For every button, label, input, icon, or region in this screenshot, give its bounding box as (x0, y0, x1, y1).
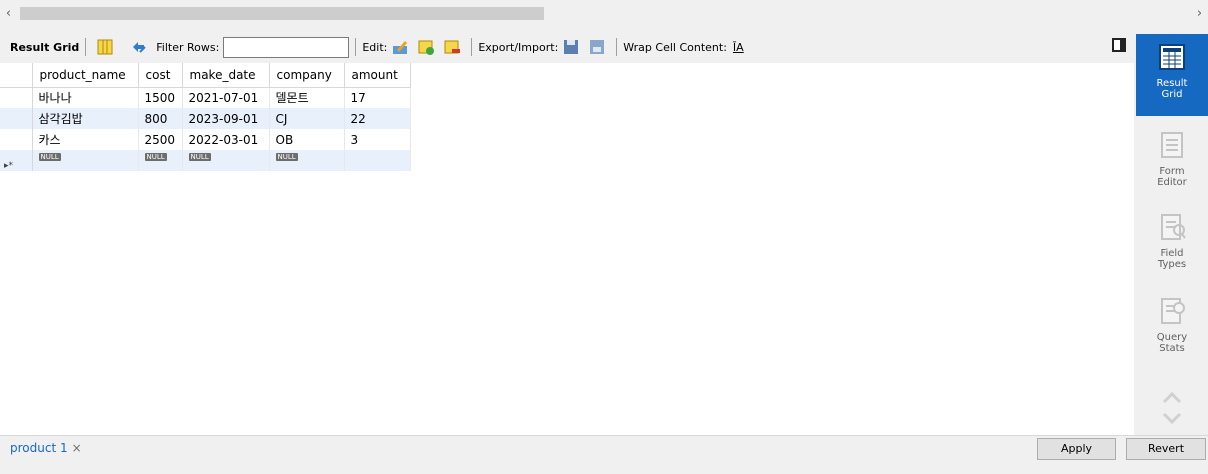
null-cell[interactable]: NULL (32, 150, 139, 171)
cell[interactable]: 2023-09-01 (182, 108, 270, 129)
edit-cell-icon[interactable] (391, 38, 409, 56)
cell[interactable]: OB (269, 129, 345, 150)
cell[interactable]: 2021-07-01 (182, 87, 270, 108)
column-header[interactable]: product_name (32, 63, 139, 88)
cell[interactable]: 카스 (32, 129, 139, 150)
cell[interactable]: 22 (344, 108, 411, 129)
cell[interactable]: 델몬트 (269, 87, 345, 108)
grid-columns-icon[interactable] (96, 38, 114, 56)
field-types-side-button[interactable]: Field Types (1136, 204, 1208, 284)
row-header[interactable] (0, 87, 33, 108)
result-grid-icon (1157, 42, 1187, 72)
apply-button[interactable]: Apply (1037, 438, 1116, 460)
corner-cell[interactable] (0, 63, 33, 88)
tab-label: product 1 (10, 441, 68, 455)
result-grid-side-button[interactable]: Result Grid (1136, 34, 1208, 116)
import-icon[interactable] (588, 38, 606, 56)
new-row-marker[interactable]: ▸* (0, 150, 33, 171)
null-badge: NULL (275, 152, 298, 161)
null-badge: NULL (38, 152, 61, 161)
scroll-right-icon[interactable]: › (1191, 5, 1208, 22)
null-cell[interactable]: NULL (269, 150, 345, 171)
field-types-side-label-1: Field (1160, 248, 1184, 259)
cell[interactable] (344, 150, 411, 171)
toggle-panel-icon[interactable] (1112, 38, 1126, 52)
field-types-icon (1157, 212, 1187, 242)
table-row[interactable]: 삼각김밥 800 2023-09-01 CJ 22 (0, 108, 411, 129)
null-cell[interactable]: NULL (182, 150, 270, 171)
table-row[interactable]: 카스 2500 2022-03-01 OB 3 (0, 129, 411, 150)
export-icon[interactable] (562, 38, 580, 56)
form-editor-side-label-2: Editor (1157, 177, 1187, 188)
scroll-left-icon[interactable]: ‹ (0, 5, 17, 22)
query-stats-icon (1157, 296, 1187, 326)
result-grid-label: Result Grid (10, 40, 80, 54)
result-grid: product_name cost make_date company amou… (0, 63, 1134, 435)
field-types-side-label-2: Types (1157, 259, 1187, 270)
export-import-label: Export/Import: (478, 40, 559, 54)
query-stats-side-label-1: Query (1156, 332, 1188, 343)
wrap-cell-label: Wrap Cell Content: (623, 40, 727, 54)
tab-product-1[interactable]: product 1 × (10, 441, 82, 455)
filter-rows-label: Filter Rows: (156, 40, 220, 54)
bottom-bar: product 1 × Apply Revert (0, 435, 1208, 461)
cell[interactable]: 2022-03-01 (182, 129, 270, 150)
side-panel: Result Grid Form Editor Field Types Quer… (1136, 34, 1208, 434)
form-editor-icon (1157, 130, 1187, 160)
side-panel-scroll[interactable] (1160, 388, 1184, 428)
edit-label: Edit: (362, 40, 388, 54)
cell[interactable]: 2500 (138, 129, 183, 150)
row-header[interactable] (0, 108, 33, 129)
column-header[interactable]: company (269, 63, 345, 88)
filter-rows-input[interactable] (223, 36, 350, 58)
form-editor-side-label-1: Form (1159, 166, 1185, 177)
column-header[interactable]: make_date (182, 63, 270, 88)
close-icon[interactable]: × (72, 441, 82, 455)
column-header[interactable]: amount (344, 63, 411, 88)
table-row[interactable]: 바나나 1500 2021-07-01 델몬트 17 (0, 87, 411, 108)
toolbar-separator (616, 38, 618, 56)
cell[interactable]: 바나나 (32, 87, 139, 108)
form-editor-side-button[interactable]: Form Editor (1136, 122, 1208, 202)
scrollbar-thumb[interactable] (20, 7, 544, 20)
column-header[interactable]: cost (138, 63, 183, 88)
cell[interactable]: 1500 (138, 87, 183, 108)
header-row: product_name cost make_date company amou… (0, 63, 411, 88)
toolbar-separator (471, 38, 473, 56)
wrap-cell-icon[interactable]: ĪA (733, 41, 744, 54)
toolbar-separator (355, 38, 357, 56)
delete-row-icon[interactable] (443, 38, 461, 56)
cell[interactable]: 17 (344, 87, 411, 108)
revert-button[interactable]: Revert (1126, 438, 1206, 460)
result-grid-side-label-2: Grid (1161, 89, 1183, 100)
null-cell[interactable]: NULL (138, 150, 183, 171)
refresh-icon[interactable] (130, 38, 148, 56)
chevron-up-down-icon[interactable] (1160, 388, 1184, 428)
query-stats-side-button[interactable]: Query Stats (1136, 288, 1208, 368)
null-badge: NULL (144, 152, 167, 161)
null-badge: NULL (188, 152, 211, 161)
horizontal-scrollbar[interactable]: ‹ › (0, 5, 1208, 22)
result-grid-side-label-1: Result (1156, 78, 1188, 89)
cell[interactable]: 800 (138, 108, 183, 129)
result-table: product_name cost make_date company amou… (0, 63, 411, 171)
toolbar-separator (85, 38, 87, 56)
cell[interactable]: 3 (344, 129, 411, 150)
row-header[interactable] (0, 129, 33, 150)
result-toolbar: Result Grid Filter Rows: Edit: Export/Im… (0, 34, 1134, 60)
cell[interactable]: CJ (269, 108, 345, 129)
insert-row-icon[interactable] (417, 38, 435, 56)
cell[interactable]: 삼각김밥 (32, 108, 139, 129)
query-stats-side-label-2: Stats (1159, 343, 1185, 354)
new-row[interactable]: ▸* NULL NULL NULL NULL (0, 150, 411, 171)
